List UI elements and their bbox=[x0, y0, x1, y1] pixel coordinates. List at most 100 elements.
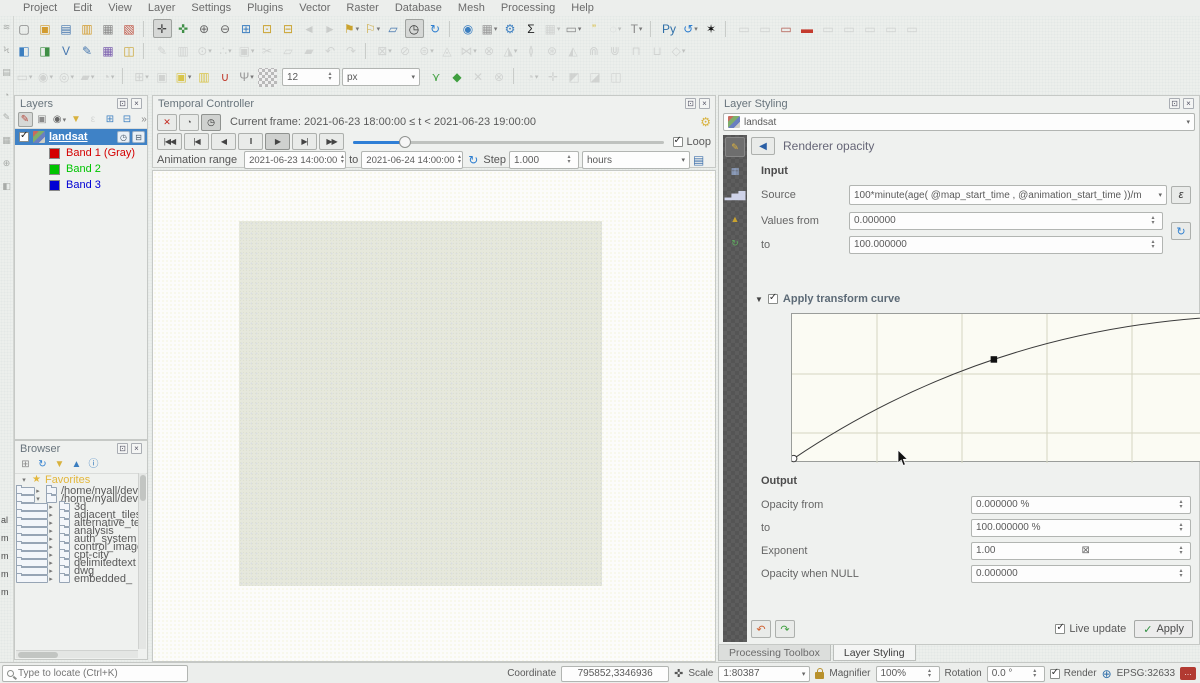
source-expression-input[interactable]: 100*minute(age( @map_start_time , @anima… bbox=[849, 185, 1167, 205]
cut-features-icon[interactable]: ▱ bbox=[279, 42, 298, 61]
save-project-icon[interactable]: ▤ bbox=[57, 19, 76, 38]
manage-map-themes-icon[interactable]: ◉▾ bbox=[52, 112, 67, 127]
mesh-force-icon[interactable]: ◪ bbox=[586, 68, 605, 87]
vertex-tool-icon[interactable]: ⊞▾ bbox=[132, 68, 151, 87]
select-expression-icon[interactable]: ◬ bbox=[438, 42, 457, 61]
spinner[interactable] bbox=[1030, 669, 1040, 679]
field-calc-icon[interactable]: ⊗ bbox=[480, 42, 499, 61]
zoom-last-icon[interactable]: ◄ bbox=[300, 19, 319, 38]
temporal-nav-fixed-button[interactable]: ◔ bbox=[179, 114, 199, 131]
pan-to-selection-icon[interactable]: ✜ bbox=[174, 19, 193, 38]
zoom-next-icon[interactable]: ► bbox=[321, 19, 340, 38]
snapping-magnet-icon[interactable]: ∪ bbox=[216, 68, 235, 87]
save-project-as-icon[interactable]: ▥ bbox=[78, 19, 97, 38]
digitize-shape-icon[interactable]: ▰▾ bbox=[78, 68, 97, 87]
locate-box[interactable] bbox=[2, 665, 188, 682]
rotate-feature-icon[interactable]: ⊔ bbox=[648, 42, 667, 61]
data-source-manager-icon[interactable]: ◧ bbox=[15, 42, 34, 61]
step-input[interactable]: 1.000 bbox=[509, 151, 579, 169]
range-start-input[interactable]: 2021-06-23 14:00:00 bbox=[244, 151, 346, 169]
live-update-checkbox[interactable] bbox=[1055, 624, 1065, 634]
undo-icon[interactable]: ↶ bbox=[321, 42, 340, 61]
field-calculator-icon[interactable]: ▦▾ bbox=[543, 19, 562, 38]
digitize-circle-icon[interactable]: ◔▾ bbox=[99, 68, 118, 87]
menu-item[interactable]: Settings bbox=[184, 1, 238, 15]
spinner[interactable] bbox=[325, 72, 335, 82]
menu-item[interactable]: Processing bbox=[494, 1, 562, 15]
remove-layer-icon[interactable]: » bbox=[137, 112, 152, 127]
spinner[interactable] bbox=[1148, 240, 1158, 250]
select-features-icon[interactable]: ▦▾ bbox=[480, 19, 499, 38]
debug-icon[interactable]: ✶ bbox=[702, 19, 721, 38]
map-canvas[interactable] bbox=[152, 170, 716, 662]
expander-icon[interactable]: ▸ bbox=[47, 559, 55, 567]
magnifier-input[interactable]: 100% bbox=[876, 666, 940, 682]
coordinate-input[interactable]: 795852,3346936 bbox=[561, 666, 669, 682]
layer-item-landsat[interactable]: landsat ◷⊟ bbox=[15, 129, 147, 145]
snapping-options-icon[interactable]: ▭▾ bbox=[15, 68, 34, 87]
save-animation-icon[interactable]: ▤ bbox=[693, 153, 704, 167]
render-checkbox[interactable] bbox=[1050, 669, 1060, 679]
pause-button[interactable]: ‖ bbox=[238, 133, 263, 150]
layer-diagram-icon[interactable]: ▬ bbox=[798, 19, 817, 38]
rotation-input[interactable]: 0.0 ° bbox=[987, 666, 1045, 682]
redo-icon[interactable]: ↷ bbox=[342, 42, 361, 61]
actions-icon[interactable]: ◮▾ bbox=[501, 42, 520, 61]
spinner[interactable] bbox=[925, 669, 935, 679]
digitize-point-icon[interactable]: ◉▾ bbox=[36, 68, 55, 87]
processing-history-icon[interactable]: ↺▾ bbox=[681, 19, 700, 38]
dock-tab[interactable]: Processing Toolbox bbox=[718, 645, 831, 661]
expander-icon[interactable]: ▸ bbox=[47, 551, 55, 559]
expander-icon[interactable]: ▸ bbox=[47, 567, 55, 575]
reshape-icon[interactable]: ⋒ bbox=[585, 42, 604, 61]
menu-item[interactable]: Layer bbox=[141, 1, 183, 15]
trim-extend-icon[interactable]: ◇▾ bbox=[669, 42, 688, 61]
prev-frame-button[interactable]: |◀ bbox=[184, 133, 209, 150]
symbology-tab-icon[interactable]: ✎ bbox=[725, 137, 745, 157]
expander-icon[interactable]: ▸ bbox=[47, 527, 55, 535]
temporal-settings-icon[interactable]: ⚙ bbox=[700, 115, 711, 129]
paste-features-icon[interactable]: ▥ bbox=[195, 68, 214, 87]
close-tool-icon[interactable]: ✕ bbox=[469, 68, 488, 87]
zoom-full-icon[interactable]: ⊞ bbox=[237, 19, 256, 38]
new-virtual-layer-icon[interactable]: ◫ bbox=[120, 42, 139, 61]
apply-transform-curve-checkbox[interactable] bbox=[768, 294, 778, 304]
refresh-values-button[interactable]: ↻ bbox=[1171, 222, 1191, 240]
range-end-input[interactable]: 2021-06-24 14:00:00 bbox=[361, 151, 463, 169]
layout-manager-icon[interactable]: ▦ bbox=[99, 19, 118, 38]
stroke-width-input[interactable]: 12 bbox=[282, 68, 340, 86]
select-value-icon[interactable]: ⊘ bbox=[396, 42, 415, 61]
split-icon[interactable]: ◭ bbox=[564, 42, 583, 61]
lock-scale-icon[interactable] bbox=[815, 672, 824, 679]
band-item[interactable]: Band 2 bbox=[15, 161, 147, 177]
locate-input[interactable] bbox=[18, 668, 168, 679]
refresh-browser-icon[interactable]: ↻ bbox=[35, 457, 50, 472]
collapse-all-icon[interactable]: ⊟ bbox=[120, 112, 135, 127]
expression-builder-button[interactable]: ε bbox=[1171, 186, 1191, 204]
clear-field-icon[interactable]: ⊠ bbox=[1082, 545, 1090, 556]
new-layout-icon[interactable]: ▱ bbox=[384, 19, 403, 38]
offset-icon[interactable]: ⋓ bbox=[606, 42, 625, 61]
mesh-options-icon[interactable]: ◫ bbox=[607, 68, 626, 87]
styling-layer-select[interactable]: landsat bbox=[723, 113, 1195, 131]
zoom-to-layer-icon[interactable]: ⊟ bbox=[279, 19, 298, 38]
menu-item[interactable]: Raster bbox=[339, 1, 385, 15]
menu-item[interactable]: View bbox=[101, 1, 139, 15]
expander-icon[interactable]: ▾ bbox=[20, 476, 28, 484]
temporal-nav-off-button[interactable]: ✕ bbox=[157, 114, 177, 131]
browser-vscrollbar[interactable] bbox=[138, 473, 146, 649]
filter-by-expression-icon[interactable]: ε bbox=[86, 112, 101, 127]
play-backward-button[interactable]: ◀ bbox=[211, 133, 236, 150]
open-project-icon[interactable]: ▣ bbox=[36, 19, 55, 38]
open-table-icon[interactable]: ⋈▾ bbox=[459, 42, 478, 61]
browser-item[interactable]: ▸ embedded_ bbox=[16, 575, 48, 583]
tracing-icon[interactable]: Ψ▾ bbox=[237, 68, 256, 87]
new-mesh-layer-icon[interactable]: ▦ bbox=[99, 42, 118, 61]
save-edits-icon[interactable]: ▥ bbox=[174, 42, 193, 61]
toggle-editing-icon[interactable]: ✎ bbox=[153, 42, 172, 61]
open-layer-styling-icon[interactable]: ✎ bbox=[18, 112, 33, 127]
crs-button[interactable]: EPSG:32633 bbox=[1117, 668, 1175, 679]
refresh-range-icon[interactable]: ↻ bbox=[468, 153, 478, 167]
output-value-input[interactable]: 0.000000 % bbox=[971, 496, 1191, 514]
expander-icon[interactable]: ▸ bbox=[47, 519, 55, 527]
